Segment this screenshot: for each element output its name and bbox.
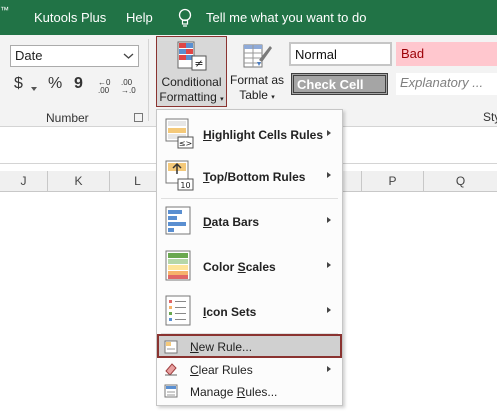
label-post: con Sets — [206, 305, 257, 319]
menu-item-color-scales[interactable]: Color Scales — [157, 245, 342, 287]
style-bad[interactable]: Bad — [396, 42, 497, 66]
menu-item-highlight-cells-rules[interactable]: ≤> Highlight Cells Rules — [157, 114, 342, 154]
conditional-formatting-menu: ≤> Highlight Cells Rules 10 Top/Bottom R… — [156, 109, 343, 406]
menu-item-icon-sets[interactable]: Icon Sets — [157, 290, 342, 332]
decrease-decimal-bottom: →.0 — [121, 86, 136, 95]
label-key: C — [190, 363, 199, 377]
conditional-formatting-button[interactable]: ≠ Conditional Formatting ▾ — [156, 36, 227, 107]
format-as-table-label-2[interactable]: Table ▾ — [229, 88, 285, 102]
conditional-formatting-label-2: Formatting ▾ — [157, 90, 226, 104]
top-bottom-rules-icon: 10 — [165, 160, 194, 191]
data-bars-icon — [165, 206, 191, 235]
menu-item-new-rule[interactable]: New Rule... — [157, 334, 342, 358]
menu-label: Icon Sets — [203, 305, 256, 319]
menu-item-clear-rules[interactable]: Clear Rules — [157, 359, 342, 381]
menu-item-data-bars[interactable]: Data Bars — [157, 201, 342, 241]
menu-kutools-plus[interactable]: Kutools Plus — [34, 10, 106, 25]
number-dialog-launcher-icon[interactable] — [134, 113, 143, 122]
chevron-down-icon: ▾ — [271, 94, 275, 101]
menu-help[interactable]: Help — [126, 10, 153, 25]
label-pre: Manage — [190, 385, 237, 399]
title-menu-bar: ™ Kutools Plus Help Tell me what you wan… — [0, 0, 497, 35]
column-header-j[interactable]: J — [0, 171, 48, 192]
menu-label: New Rule... — [190, 340, 252, 354]
manage-rules-icon — [164, 384, 178, 398]
menu-label: Highlight Cells Rules — [203, 128, 323, 142]
label-key: N — [190, 340, 199, 354]
menu-item-manage-rules[interactable]: Manage Rules... — [157, 381, 342, 403]
percent-button[interactable]: % — [48, 75, 62, 93]
conditional-formatting-icon: ≠ — [177, 41, 207, 71]
menu-label: Color Scales — [203, 260, 276, 274]
menu-separator — [161, 198, 338, 199]
label-post: op/Bottom Rules — [209, 170, 306, 184]
styles-group-label: Sty — [483, 110, 497, 124]
label-post: cales — [245, 260, 276, 274]
submenu-arrow-icon — [327, 366, 331, 372]
label-key: S — [237, 260, 246, 274]
submenu-arrow-icon — [327, 262, 331, 268]
label-post: lear Rules — [198, 363, 253, 377]
currency-dropdown-arrow[interactable] — [31, 87, 37, 91]
column-header-p[interactable]: P — [362, 171, 424, 192]
style-check-cell[interactable]: Check Cell — [291, 73, 388, 95]
highlight-cells-rules-icon: ≤> — [165, 118, 194, 149]
comma-style-button[interactable]: 9 — [74, 75, 83, 93]
number-format-dropdown[interactable]: Date — [10, 45, 139, 67]
conditional-formatting-label-1: Conditional — [161, 75, 222, 89]
menu-item-top-bottom-rules[interactable]: 10 Top/Bottom Rules — [157, 156, 342, 196]
style-normal[interactable]: Normal — [289, 42, 392, 66]
trademark-fragment: ™ — [0, 5, 9, 15]
menu-label: Top/Bottom Rules — [203, 170, 305, 184]
conditional-formatting-label-2-text: Formatting — [159, 90, 217, 104]
column-header-k[interactable]: K — [48, 171, 110, 192]
label-pre: Color — [203, 260, 238, 274]
color-scales-icon — [165, 250, 191, 281]
number-format-value: Date — [15, 48, 43, 63]
label-post: ules... — [245, 385, 278, 399]
increase-decimal-bottom: .00 — [98, 86, 110, 95]
menu-label: Data Bars — [203, 215, 259, 229]
chevron-down-icon: ▾ — [220, 96, 224, 103]
new-rule-icon — [164, 340, 178, 354]
format-as-table-label-1[interactable]: Format as — [229, 73, 285, 87]
number-group-label: Number — [46, 111, 89, 125]
eraser-icon — [165, 363, 177, 376]
currency-button[interactable]: $ — [14, 75, 23, 93]
label-key: D — [203, 215, 212, 229]
submenu-arrow-icon — [327, 307, 331, 313]
label-post: ighlight Cells Rules — [211, 128, 324, 142]
menu-label: Manage Rules... — [190, 385, 277, 399]
menu-label: Clear Rules — [190, 363, 253, 377]
group-divider — [148, 39, 149, 121]
svg-text:≠: ≠ — [194, 57, 203, 70]
chevron-down-icon — [123, 53, 134, 59]
label-post: ata Bars — [211, 215, 260, 229]
icon-sets-icon — [165, 295, 191, 326]
svg-text:≤>: ≤> — [179, 139, 192, 148]
format-as-table-label-2-text: Table — [239, 88, 268, 102]
submenu-arrow-icon — [327, 217, 331, 223]
submenu-arrow-icon — [327, 130, 331, 136]
svg-text:10: 10 — [180, 181, 190, 190]
format-as-table-icon[interactable] — [243, 40, 273, 70]
column-header-q[interactable]: Q — [424, 171, 497, 192]
lightbulb-icon — [178, 8, 192, 27]
label-key: H — [203, 128, 212, 142]
style-explanatory[interactable]: Explanatory ... — [396, 73, 497, 95]
label-post: ew Rule... — [198, 340, 253, 354]
submenu-arrow-icon — [327, 172, 331, 178]
tell-me-search[interactable]: Tell me what you want to do — [206, 10, 366, 25]
